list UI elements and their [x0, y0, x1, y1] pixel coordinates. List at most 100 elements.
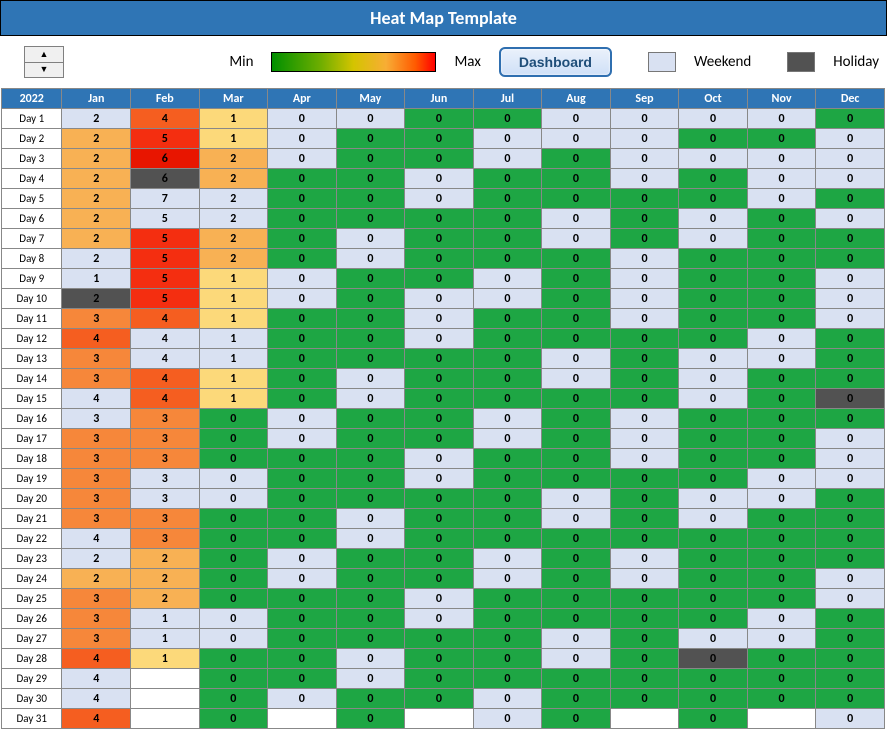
heatmap-cell[interactable]: 0	[268, 629, 337, 649]
heatmap-cell[interactable]: 0	[268, 549, 337, 569]
heatmap-cell[interactable]: 0	[747, 109, 816, 129]
heatmap-cell[interactable]: 0	[542, 569, 611, 589]
heatmap-cell[interactable]: 0	[405, 509, 474, 529]
heatmap-cell[interactable]: 0	[542, 229, 611, 249]
heatmap-cell[interactable]: 0	[405, 169, 474, 189]
heatmap-cell[interactable]: 0	[679, 249, 748, 269]
heatmap-cell[interactable]: 0	[679, 589, 748, 609]
heatmap-cell[interactable]: 0	[747, 669, 816, 689]
heatmap-cell[interactable]: 0	[747, 389, 816, 409]
heatmap-cell[interactable]: 0	[405, 229, 474, 249]
heatmap-cell[interactable]: 0	[268, 149, 337, 169]
heatmap-cell[interactable]: 0	[816, 309, 885, 329]
heatmap-cell[interactable]: 0	[473, 349, 542, 369]
heatmap-cell[interactable]: 0	[747, 229, 816, 249]
heatmap-cell[interactable]: 0	[405, 349, 474, 369]
heatmap-cell[interactable]: 0	[816, 649, 885, 669]
heatmap-cell[interactable]: 0	[610, 589, 679, 609]
heatmap-cell[interactable]: 1	[131, 629, 200, 649]
heatmap-cell[interactable]: 0	[542, 249, 611, 269]
heatmap-cell[interactable]: 0	[542, 609, 611, 629]
heatmap-cell[interactable]: 0	[542, 689, 611, 709]
heatmap-cell[interactable]: 0	[747, 449, 816, 469]
heatmap-cell[interactable]: 2	[199, 229, 268, 249]
heatmap-cell[interactable]: 0	[199, 609, 268, 629]
heatmap-cell[interactable]: 0	[199, 649, 268, 669]
heatmap-cell[interactable]: 3	[62, 369, 131, 389]
heatmap-cell[interactable]: 0	[268, 589, 337, 609]
heatmap-cell[interactable]: 4	[62, 529, 131, 549]
heatmap-cell[interactable]: 2	[62, 149, 131, 169]
heatmap-cell[interactable]: 0	[268, 569, 337, 589]
heatmap-cell[interactable]: 0	[405, 249, 474, 269]
heatmap-cell[interactable]: 0	[610, 549, 679, 569]
heatmap-cell[interactable]: 0	[336, 209, 405, 229]
heatmap-cell[interactable]: 0	[336, 369, 405, 389]
heatmap-cell[interactable]: 2	[131, 569, 200, 589]
heatmap-cell[interactable]: 0	[679, 409, 748, 429]
heatmap-cell[interactable]: 0	[268, 209, 337, 229]
heatmap-cell[interactable]: 0	[679, 429, 748, 449]
heatmap-cell[interactable]: 0	[747, 429, 816, 449]
heatmap-cell[interactable]: 6	[131, 169, 200, 189]
heatmap-cell[interactable]: 0	[747, 569, 816, 589]
heatmap-cell[interactable]: 0	[816, 229, 885, 249]
heatmap-cell[interactable]: 3	[62, 589, 131, 609]
heatmap-cell[interactable]: 0	[747, 629, 816, 649]
heatmap-cell[interactable]: 3	[131, 529, 200, 549]
heatmap-cell[interactable]: 4	[62, 329, 131, 349]
heatmap-cell[interactable]: 0	[610, 189, 679, 209]
heatmap-cell[interactable]: 0	[336, 329, 405, 349]
heatmap-cell[interactable]: 1	[199, 289, 268, 309]
heatmap-cell[interactable]: 1	[199, 349, 268, 369]
heatmap-cell[interactable]: 0	[747, 329, 816, 349]
heatmap-cell[interactable]: 0	[336, 289, 405, 309]
heatmap-cell[interactable]: 2	[131, 589, 200, 609]
heatmap-cell[interactable]: 0	[679, 709, 748, 729]
year-spinner[interactable]: ▲ ▼	[24, 46, 64, 78]
heatmap-cell[interactable]: 0	[336, 469, 405, 489]
heatmap-cell[interactable]: 0	[405, 569, 474, 589]
heatmap-cell[interactable]: 0	[268, 309, 337, 329]
heatmap-cell[interactable]: 0	[405, 629, 474, 649]
heatmap-cell[interactable]: 0	[199, 489, 268, 509]
heatmap-cell[interactable]: 0	[473, 389, 542, 409]
heatmap-cell[interactable]: 0	[268, 649, 337, 669]
heatmap-cell[interactable]: 0	[816, 129, 885, 149]
heatmap-cell[interactable]: 0	[679, 329, 748, 349]
heatmap-cell[interactable]: 3	[131, 489, 200, 509]
heatmap-cell[interactable]: 1	[199, 309, 268, 329]
heatmap-cell[interactable]	[131, 709, 200, 729]
heatmap-cell[interactable]	[131, 689, 200, 709]
heatmap-cell[interactable]: 0	[405, 449, 474, 469]
heatmap-cell[interactable]: 0	[610, 529, 679, 549]
heatmap-cell[interactable]: 0	[816, 669, 885, 689]
heatmap-cell[interactable]: 0	[679, 449, 748, 469]
heatmap-cell[interactable]: 0	[542, 169, 611, 189]
heatmap-cell[interactable]: 4	[62, 389, 131, 409]
heatmap-cell[interactable]: 2	[199, 169, 268, 189]
heatmap-cell[interactable]: 0	[268, 669, 337, 689]
heatmap-cell[interactable]: 0	[405, 369, 474, 389]
heatmap-cell[interactable]: 0	[610, 409, 679, 429]
heatmap-cell[interactable]: 0	[473, 309, 542, 329]
heatmap-cell[interactable]	[747, 709, 816, 729]
heatmap-cell[interactable]: 2	[199, 249, 268, 269]
heatmap-cell[interactable]: 0	[747, 349, 816, 369]
heatmap-cell[interactable]: 0	[336, 629, 405, 649]
heatmap-cell[interactable]: 0	[610, 309, 679, 329]
heatmap-cell[interactable]: 1	[62, 269, 131, 289]
heatmap-cell[interactable]: 0	[542, 189, 611, 209]
heatmap-cell[interactable]: 0	[542, 129, 611, 149]
heatmap-cell[interactable]: 0	[473, 709, 542, 729]
heatmap-cell[interactable]: 0	[542, 369, 611, 389]
heatmap-cell[interactable]: 0	[679, 189, 748, 209]
heatmap-cell[interactable]: 0	[336, 409, 405, 429]
heatmap-cell[interactable]: 0	[610, 649, 679, 669]
heatmap-cell[interactable]: 0	[268, 509, 337, 529]
heatmap-cell[interactable]: 0	[473, 629, 542, 649]
heatmap-cell[interactable]: 0	[610, 669, 679, 689]
heatmap-cell[interactable]: 4	[131, 389, 200, 409]
heatmap-cell[interactable]: 0	[542, 289, 611, 309]
heatmap-cell[interactable]: 0	[747, 309, 816, 329]
